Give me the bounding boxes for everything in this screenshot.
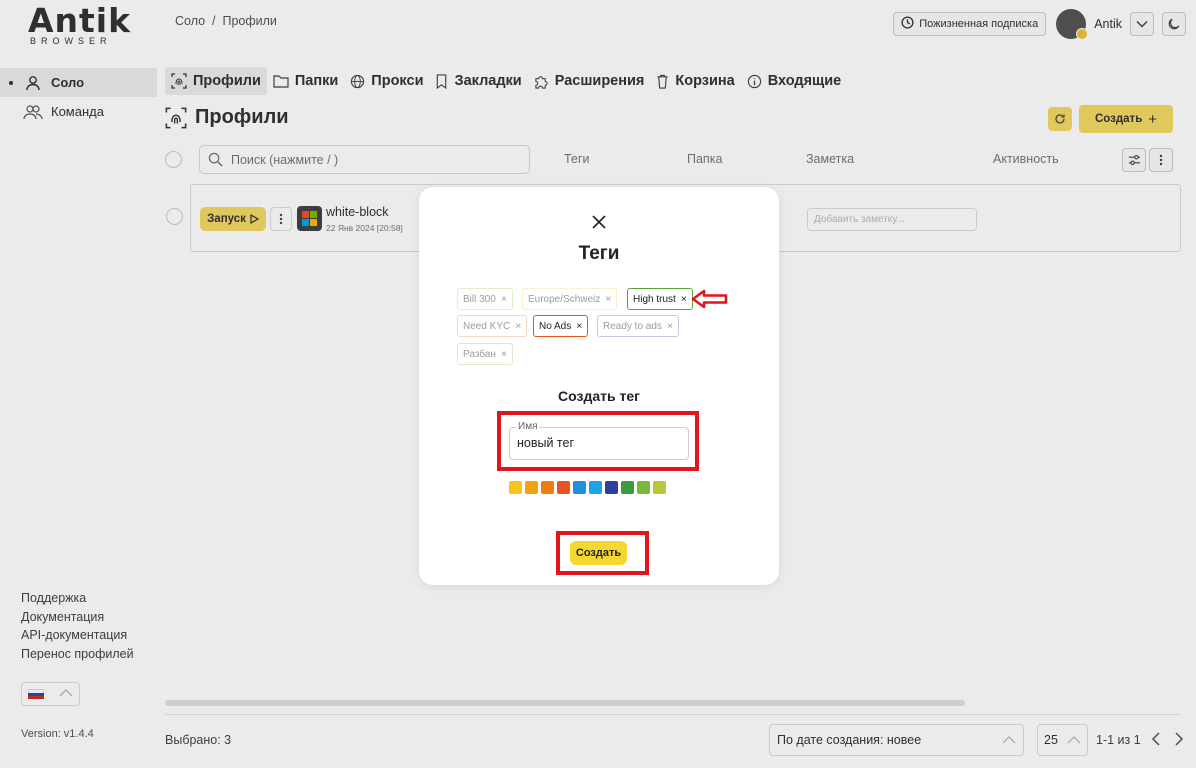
color-swatch[interactable] xyxy=(557,481,570,494)
color-swatch[interactable] xyxy=(509,481,522,494)
create-tag-title: Создать тег xyxy=(558,388,640,404)
color-swatch[interactable] xyxy=(541,481,554,494)
tag-label: Ready to ads xyxy=(603,320,662,332)
create-tag-button[interactable]: Создать xyxy=(570,541,627,565)
tags-modal: Теги Bill 300 × Europe/Schweiz × High tr… xyxy=(419,187,779,585)
remove-tag-icon[interactable]: × xyxy=(681,293,687,305)
tag-chip[interactable]: Europe/Schweiz × xyxy=(522,288,618,310)
color-swatch[interactable] xyxy=(573,481,586,494)
tag-name-label: Имя xyxy=(516,421,540,432)
annotation-arrow-icon xyxy=(691,289,728,309)
tag-name-input[interactable] xyxy=(517,436,682,450)
tag-label: Bill 300 xyxy=(463,293,496,305)
tag-label: Need KYC xyxy=(463,320,511,332)
close-icon xyxy=(592,215,606,229)
tag-chip[interactable]: High trust × xyxy=(627,288,693,310)
color-swatch[interactable] xyxy=(653,481,666,494)
color-swatch[interactable] xyxy=(589,481,602,494)
color-picker xyxy=(509,481,666,494)
close-button[interactable] xyxy=(590,213,608,231)
tag-chip[interactable]: Разбан × xyxy=(457,343,513,365)
color-swatch[interactable] xyxy=(637,481,650,494)
tag-label: Europe/Schweiz xyxy=(528,293,601,305)
color-swatch[interactable] xyxy=(525,481,538,494)
tag-label: High trust xyxy=(633,293,676,305)
remove-tag-icon[interactable]: × xyxy=(605,293,611,305)
tag-chip[interactable]: Bill 300 × xyxy=(457,288,513,310)
remove-tag-icon[interactable]: × xyxy=(667,320,673,332)
modal-title: Теги xyxy=(578,243,620,264)
remove-tag-icon[interactable]: × xyxy=(576,320,582,332)
tag-chip[interactable]: Need KYC × xyxy=(457,315,528,337)
remove-tag-icon[interactable]: × xyxy=(501,293,507,305)
tag-chip[interactable]: Ready to ads × xyxy=(597,315,680,337)
color-swatch[interactable] xyxy=(621,481,634,494)
create-tag-label: Создать xyxy=(575,547,622,559)
tag-label: No Ads xyxy=(539,320,572,332)
color-swatch[interactable] xyxy=(605,481,618,494)
tag-label: Разбан xyxy=(463,348,496,360)
tag-chip[interactable]: No Ads × xyxy=(533,315,589,337)
tag-name-field[interactable]: Имя xyxy=(509,421,689,460)
remove-tag-icon[interactable]: × xyxy=(501,348,507,360)
remove-tag-icon[interactable]: × xyxy=(515,320,521,332)
